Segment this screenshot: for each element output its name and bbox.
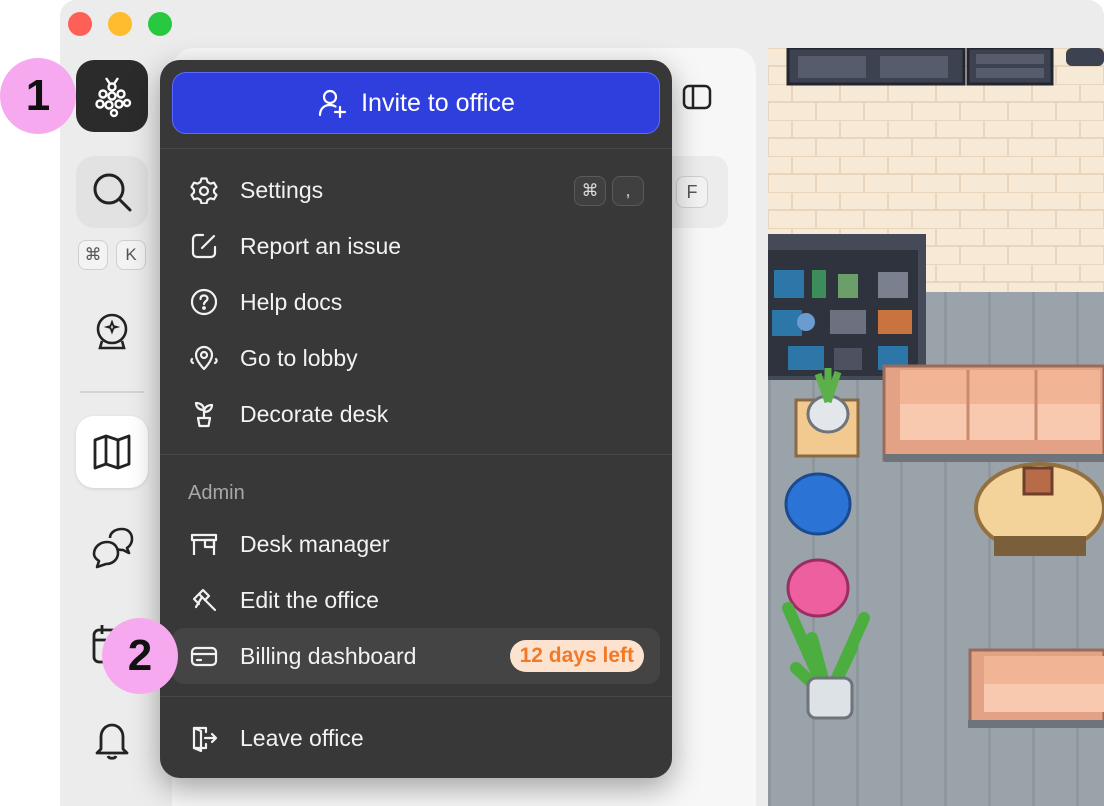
lobby-icon (188, 342, 220, 374)
menu-separator (160, 696, 672, 697)
menu-item-label: Edit the office (240, 586, 379, 613)
menu-item-decorate-desk[interactable]: Decorate desk (172, 386, 660, 442)
gear-icon (188, 174, 220, 206)
search-icon (93, 173, 132, 212)
annotation-step-1: 1 (0, 58, 76, 134)
menu-item-leave-office[interactable]: Leave office (172, 710, 660, 766)
sidebar-toggle-icon (682, 84, 712, 110)
settings-shortcut-key: , (612, 176, 644, 206)
menu-separator (160, 148, 672, 149)
menu-item-label: Desk manager (240, 530, 390, 557)
sidebar-divider (80, 391, 144, 393)
search-shortcut-key: K (116, 240, 146, 270)
menu-item-report-issue[interactable]: Report an issue (172, 218, 660, 274)
settings-shortcut-cmd: ⌘ (574, 176, 606, 206)
map-button[interactable] (76, 416, 148, 488)
toggle-panel-button[interactable] (680, 80, 714, 114)
ai-assistant-button[interactable] (76, 296, 148, 368)
chat-bubbles-icon (92, 527, 134, 569)
close-window-button[interactable] (68, 12, 92, 36)
menu-item-label: Decorate desk (240, 400, 389, 427)
edit-icon (188, 230, 220, 262)
menu-item-edit-office[interactable]: Edit the office (172, 572, 660, 628)
map-icon (93, 434, 131, 470)
search-button[interactable] (76, 156, 148, 228)
office-map-view[interactable] (768, 48, 1104, 806)
notifications-button[interactable] (76, 704, 148, 776)
hammer-icon (188, 584, 220, 616)
menu-item-go-to-lobby[interactable]: Go to lobby (172, 330, 660, 386)
leave-icon (188, 722, 220, 754)
add-user-icon (318, 89, 347, 118)
credit-card-icon (188, 640, 220, 672)
office-logo-button[interactable] (76, 60, 148, 132)
annotation-step-2: 2 (102, 618, 178, 694)
menu-item-desk-manager[interactable]: Desk manager (172, 516, 660, 572)
minimize-window-button[interactable] (108, 12, 132, 36)
invite-to-office-button[interactable]: Invite to office (172, 72, 660, 134)
menu-item-label: Leave office (240, 724, 364, 751)
menu-item-label: Billing dashboard (240, 642, 417, 669)
menu-item-label: Settings (240, 176, 324, 203)
menu-item-label: Help docs (240, 288, 343, 315)
desk-icon (188, 528, 220, 560)
admin-section-title: Admin (188, 482, 245, 504)
menu-item-help-docs[interactable]: Help docs (172, 274, 660, 330)
chat-button[interactable] (76, 512, 148, 584)
menu-separator (160, 454, 672, 455)
question-icon (188, 286, 220, 318)
plant-icon (188, 398, 220, 430)
office-menu: Invite to office Settings ⌘ , Report an … (160, 60, 672, 778)
zoom-window-button[interactable] (148, 12, 172, 36)
bell-icon (95, 723, 129, 760)
crystal-ball-icon (96, 313, 128, 350)
invite-label: Invite to office (361, 88, 515, 117)
panel-search-shortcut: F (676, 176, 708, 208)
trial-days-badge: 12 days left (509, 640, 644, 672)
menu-item-billing-dashboard[interactable]: Billing dashboard 12 days left (172, 628, 660, 684)
menu-item-label: Report an issue (240, 232, 402, 259)
search-shortcut-cmd: ⌘ (78, 240, 108, 270)
office-logo-icon (95, 77, 132, 118)
office-scene (768, 48, 1104, 806)
menu-item-label: Go to lobby (240, 344, 358, 371)
